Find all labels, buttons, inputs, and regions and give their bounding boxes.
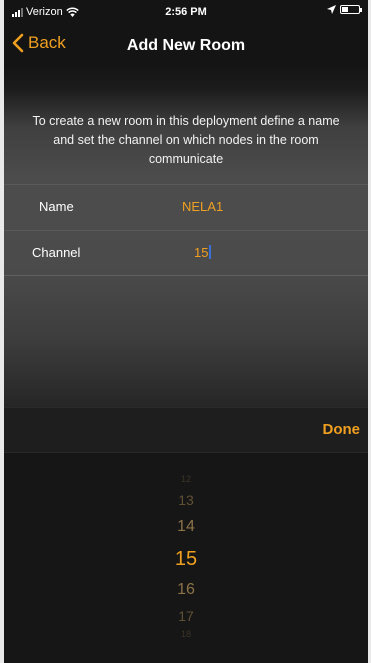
picker-option[interactable]: 18 [4,629,368,639]
location-arrow-icon [327,5,336,14]
name-field[interactable]: NELA1 [182,199,223,214]
form-description: To create a new room in this deployment … [32,114,340,166]
name-label: Name [39,199,74,214]
channel-row[interactable]: Channel 15 [4,230,368,276]
picker-option[interactable]: 16 [4,581,368,599]
channel-picker[interactable]: 12 13 14 15 16 17 18 [4,454,368,663]
name-row[interactable]: Name NELA1 [4,184,368,230]
done-button[interactable]: Done [323,421,361,438]
phone-screen: Verizon 2:56 PM Back Add New Room To cre… [4,0,368,663]
channel-label: Channel [32,245,81,260]
picker-option[interactable]: 12 [4,474,368,484]
add-room-form: To create a new room in this deployment … [4,68,368,407]
battery-icon [340,5,362,14]
status-right [327,5,362,14]
status-bar: Verizon 2:56 PM [4,0,368,24]
status-time: 2:56 PM [165,6,207,18]
channel-value: 15 [194,245,209,260]
navigation-bar: Back Add New Room [4,24,368,68]
divider [4,275,368,276]
picker-option[interactable]: 17 [4,608,368,624]
picker-option-selected[interactable]: 15 [4,548,368,571]
picker-option[interactable]: 13 [4,492,368,508]
text-cursor [209,245,212,259]
picker-toolbar: Done [4,407,368,453]
channel-field[interactable]: 15 [194,245,212,260]
page-title: Add New Room [126,37,246,54]
picker-option[interactable]: 14 [4,518,368,536]
